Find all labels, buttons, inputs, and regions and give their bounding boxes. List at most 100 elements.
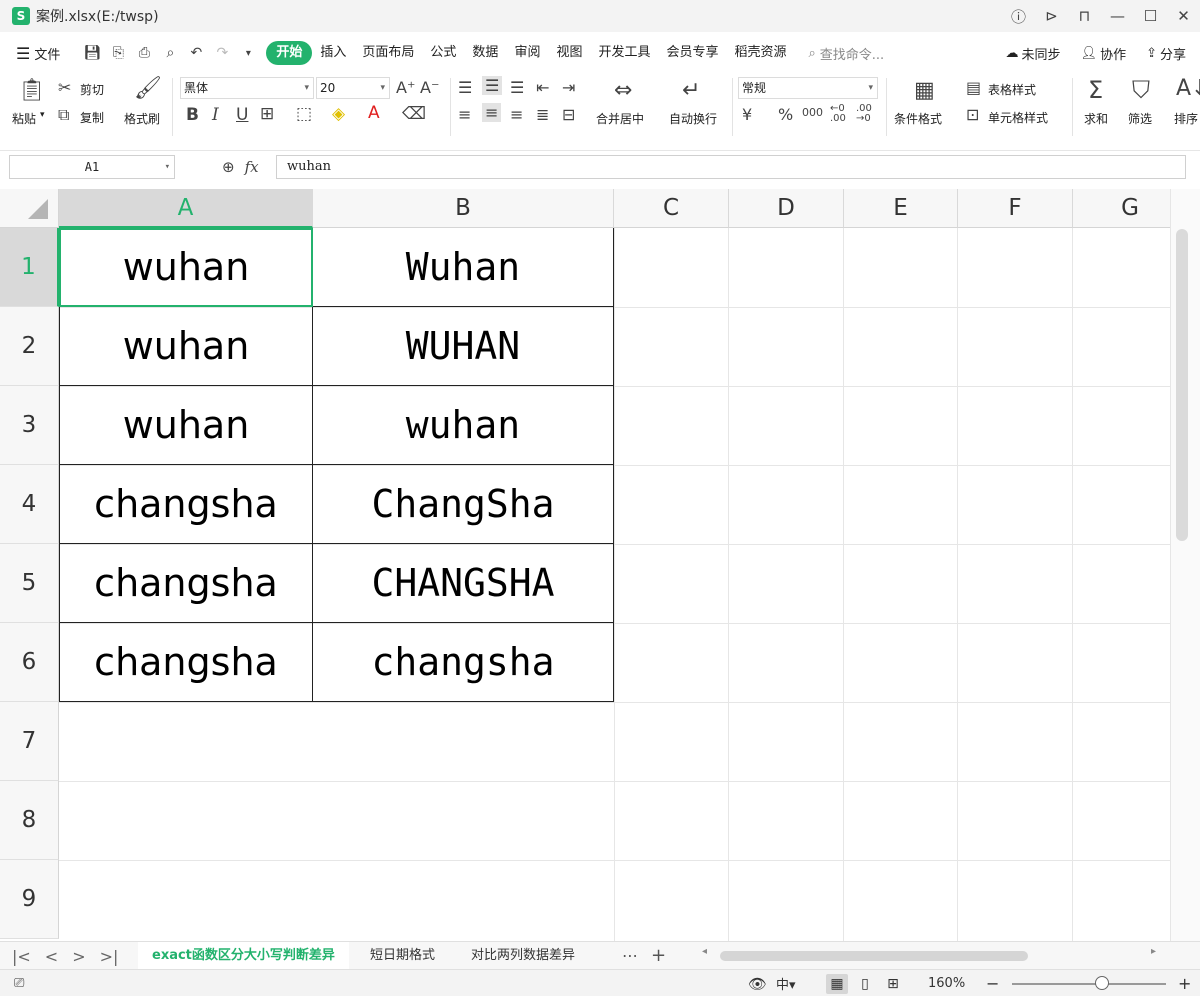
horizontal-scrollbar[interactable]: ◂ ▸	[700, 946, 1158, 963]
zoom-slider-knob[interactable]	[1095, 976, 1109, 990]
scroll-right-icon[interactable]: ▸	[1151, 946, 1156, 957]
decrease-indent-icon[interactable]: ⇤	[536, 78, 549, 97]
cell-b3[interactable]: wuhan	[313, 386, 614, 465]
macro-record-icon[interactable]: ⎚	[14, 970, 24, 996]
column-header-a[interactable]: A	[59, 189, 313, 228]
sheet-tab-short-date[interactable]: 短日期格式	[356, 942, 449, 970]
share-button[interactable]: ⇪ 分享	[1146, 44, 1186, 63]
tab-page-layout[interactable]: 页面布局	[354, 41, 422, 65]
eye-protection-icon[interactable]: 👁︎	[748, 970, 767, 996]
cell-a1[interactable]: wuhan	[59, 228, 313, 307]
justify-icon[interactable]: ≣	[536, 105, 549, 124]
undo-icon[interactable]: ↶	[186, 43, 206, 63]
zoom-out-icon[interactable]: −	[986, 970, 999, 996]
tab-view[interactable]: 视图	[548, 41, 590, 65]
next-sheet-icon[interactable]: >	[72, 947, 85, 966]
command-search[interactable]: ⌕ 查找命令...	[809, 44, 885, 63]
number-format-select[interactable]: 常规 ▾	[738, 77, 878, 99]
column-header-b[interactable]: B	[313, 189, 614, 228]
bold-icon[interactable]: B	[186, 105, 199, 125]
print-icon[interactable]: ⎙	[134, 43, 154, 63]
row-header-7[interactable]: 7	[0, 702, 59, 781]
decrease-font-icon[interactable]: A⁻	[420, 78, 439, 97]
fill-color-icon[interactable]: ◈	[332, 104, 345, 124]
cell-b1[interactable]: Wuhan	[313, 228, 614, 307]
row-header-3[interactable]: 3	[0, 386, 59, 465]
export-pdf-icon[interactable]: ⎘	[108, 43, 128, 63]
minimize-button[interactable]: —	[1101, 0, 1134, 32]
font-size-select[interactable]: 20 ▾	[316, 77, 390, 99]
font-name-select[interactable]: 黑体 ▾	[180, 77, 314, 99]
eraser-icon[interactable]: ⌫	[402, 104, 426, 124]
align-right-icon[interactable]: ≡	[510, 105, 523, 124]
decrease-decimal-icon[interactable]: .00 →0	[856, 104, 872, 124]
sheet-tab-compare[interactable]: 对比两列数据差异	[457, 942, 589, 970]
increase-indent-icon[interactable]: ⇥	[562, 78, 575, 97]
thousands-icon[interactable]: 000	[802, 106, 823, 119]
print-preview-icon[interactable]: ⌕	[160, 43, 180, 63]
add-sheet-icon[interactable]: +	[651, 942, 666, 970]
save-icon[interactable]: 💾︎	[82, 43, 102, 63]
tab-home[interactable]: 开始	[266, 41, 313, 65]
tab-data[interactable]: 数据	[464, 41, 506, 65]
info-icon[interactable]: ⓘ	[1002, 0, 1035, 32]
align-middle-icon[interactable]: ☰	[482, 76, 503, 95]
tab-formulas[interactable]: 公式	[422, 41, 464, 65]
column-header-e[interactable]: E	[844, 189, 958, 228]
row-header-2[interactable]: 2	[0, 307, 59, 386]
cell-b5[interactable]: CHANGSHA	[313, 544, 614, 623]
font-color-icon[interactable]: A	[368, 103, 380, 123]
customize-dropdown-icon[interactable]: ▾	[238, 43, 258, 63]
column-header-d[interactable]: D	[729, 189, 844, 228]
cell-a2[interactable]: wuhan	[59, 307, 313, 386]
vertical-scroll-thumb[interactable]	[1176, 229, 1188, 541]
last-sheet-icon[interactable]: >|	[100, 947, 119, 966]
row-header-1[interactable]: 1	[0, 228, 59, 307]
currency-icon[interactable]: ¥	[742, 105, 752, 124]
row-header-4[interactable]: 4	[0, 465, 59, 544]
cell-b2[interactable]: WUHAN	[313, 307, 614, 386]
collab-button[interactable]: 👤︎ 协作	[1081, 44, 1127, 63]
sheet-tab-exact[interactable]: exact函数区分大小写判断差异	[138, 942, 349, 970]
tab-review[interactable]: 审阅	[506, 41, 548, 65]
zoom-formula-icon[interactable]: ⊕	[222, 158, 235, 176]
pin-icon[interactable]: ⊳	[1035, 0, 1068, 32]
cell-a6[interactable]: changsha	[59, 623, 313, 702]
zoom-level[interactable]: 160%	[928, 970, 965, 996]
underline-icon[interactable]: U	[236, 105, 248, 125]
redo-icon[interactable]: ↷	[212, 43, 232, 63]
increase-font-icon[interactable]: A⁺	[396, 78, 415, 97]
maximize-button[interactable]: ☐	[1134, 0, 1167, 32]
fill-pattern-icon[interactable]: ⬚	[296, 104, 312, 124]
page-layout-view-icon[interactable]: ▯	[854, 974, 876, 994]
distributed-icon[interactable]: ⊟	[562, 105, 575, 124]
name-box[interactable]: A1 ▾	[9, 155, 175, 179]
align-center-icon[interactable]: ≡	[482, 103, 502, 122]
tab-member[interactable]: 会员专享	[658, 41, 726, 65]
align-top-icon[interactable]: ☰	[458, 78, 472, 97]
close-button[interactable]: ✕	[1167, 0, 1200, 32]
column-header-f[interactable]: F	[958, 189, 1073, 228]
input-method-icon[interactable]: 中▾	[776, 970, 796, 996]
cell-b6[interactable]: changsha	[313, 623, 614, 702]
cell-a3[interactable]: wuhan	[59, 386, 313, 465]
prev-sheet-icon[interactable]: <	[45, 947, 58, 966]
column-header-c[interactable]: C	[614, 189, 729, 228]
normal-view-icon[interactable]: ▦	[826, 973, 848, 994]
tab-insert[interactable]: 插入	[312, 41, 354, 65]
zoom-slider[interactable]	[1012, 983, 1166, 985]
cell-a4[interactable]: changsha	[59, 465, 313, 544]
more-sheets-icon[interactable]: ⋯	[622, 942, 638, 970]
row-header-6[interactable]: 6	[0, 623, 59, 702]
collapse-ribbon-icon[interactable]: ⊓	[1068, 0, 1101, 32]
row-header-8[interactable]: 8	[0, 781, 59, 860]
cell-a5[interactable]: changsha	[59, 544, 313, 623]
tab-docer[interactable]: 稻壳资源	[727, 41, 795, 65]
column-header-g[interactable]: G	[1073, 189, 1170, 228]
percent-icon[interactable]: %	[778, 105, 793, 124]
italic-icon[interactable]: I	[212, 105, 219, 125]
align-bottom-icon[interactable]: ☰	[510, 78, 524, 97]
page-break-view-icon[interactable]: ⊞	[882, 974, 904, 994]
increase-decimal-icon[interactable]: ←0.00	[830, 104, 846, 124]
tab-developer[interactable]: 开发工具	[590, 41, 658, 65]
